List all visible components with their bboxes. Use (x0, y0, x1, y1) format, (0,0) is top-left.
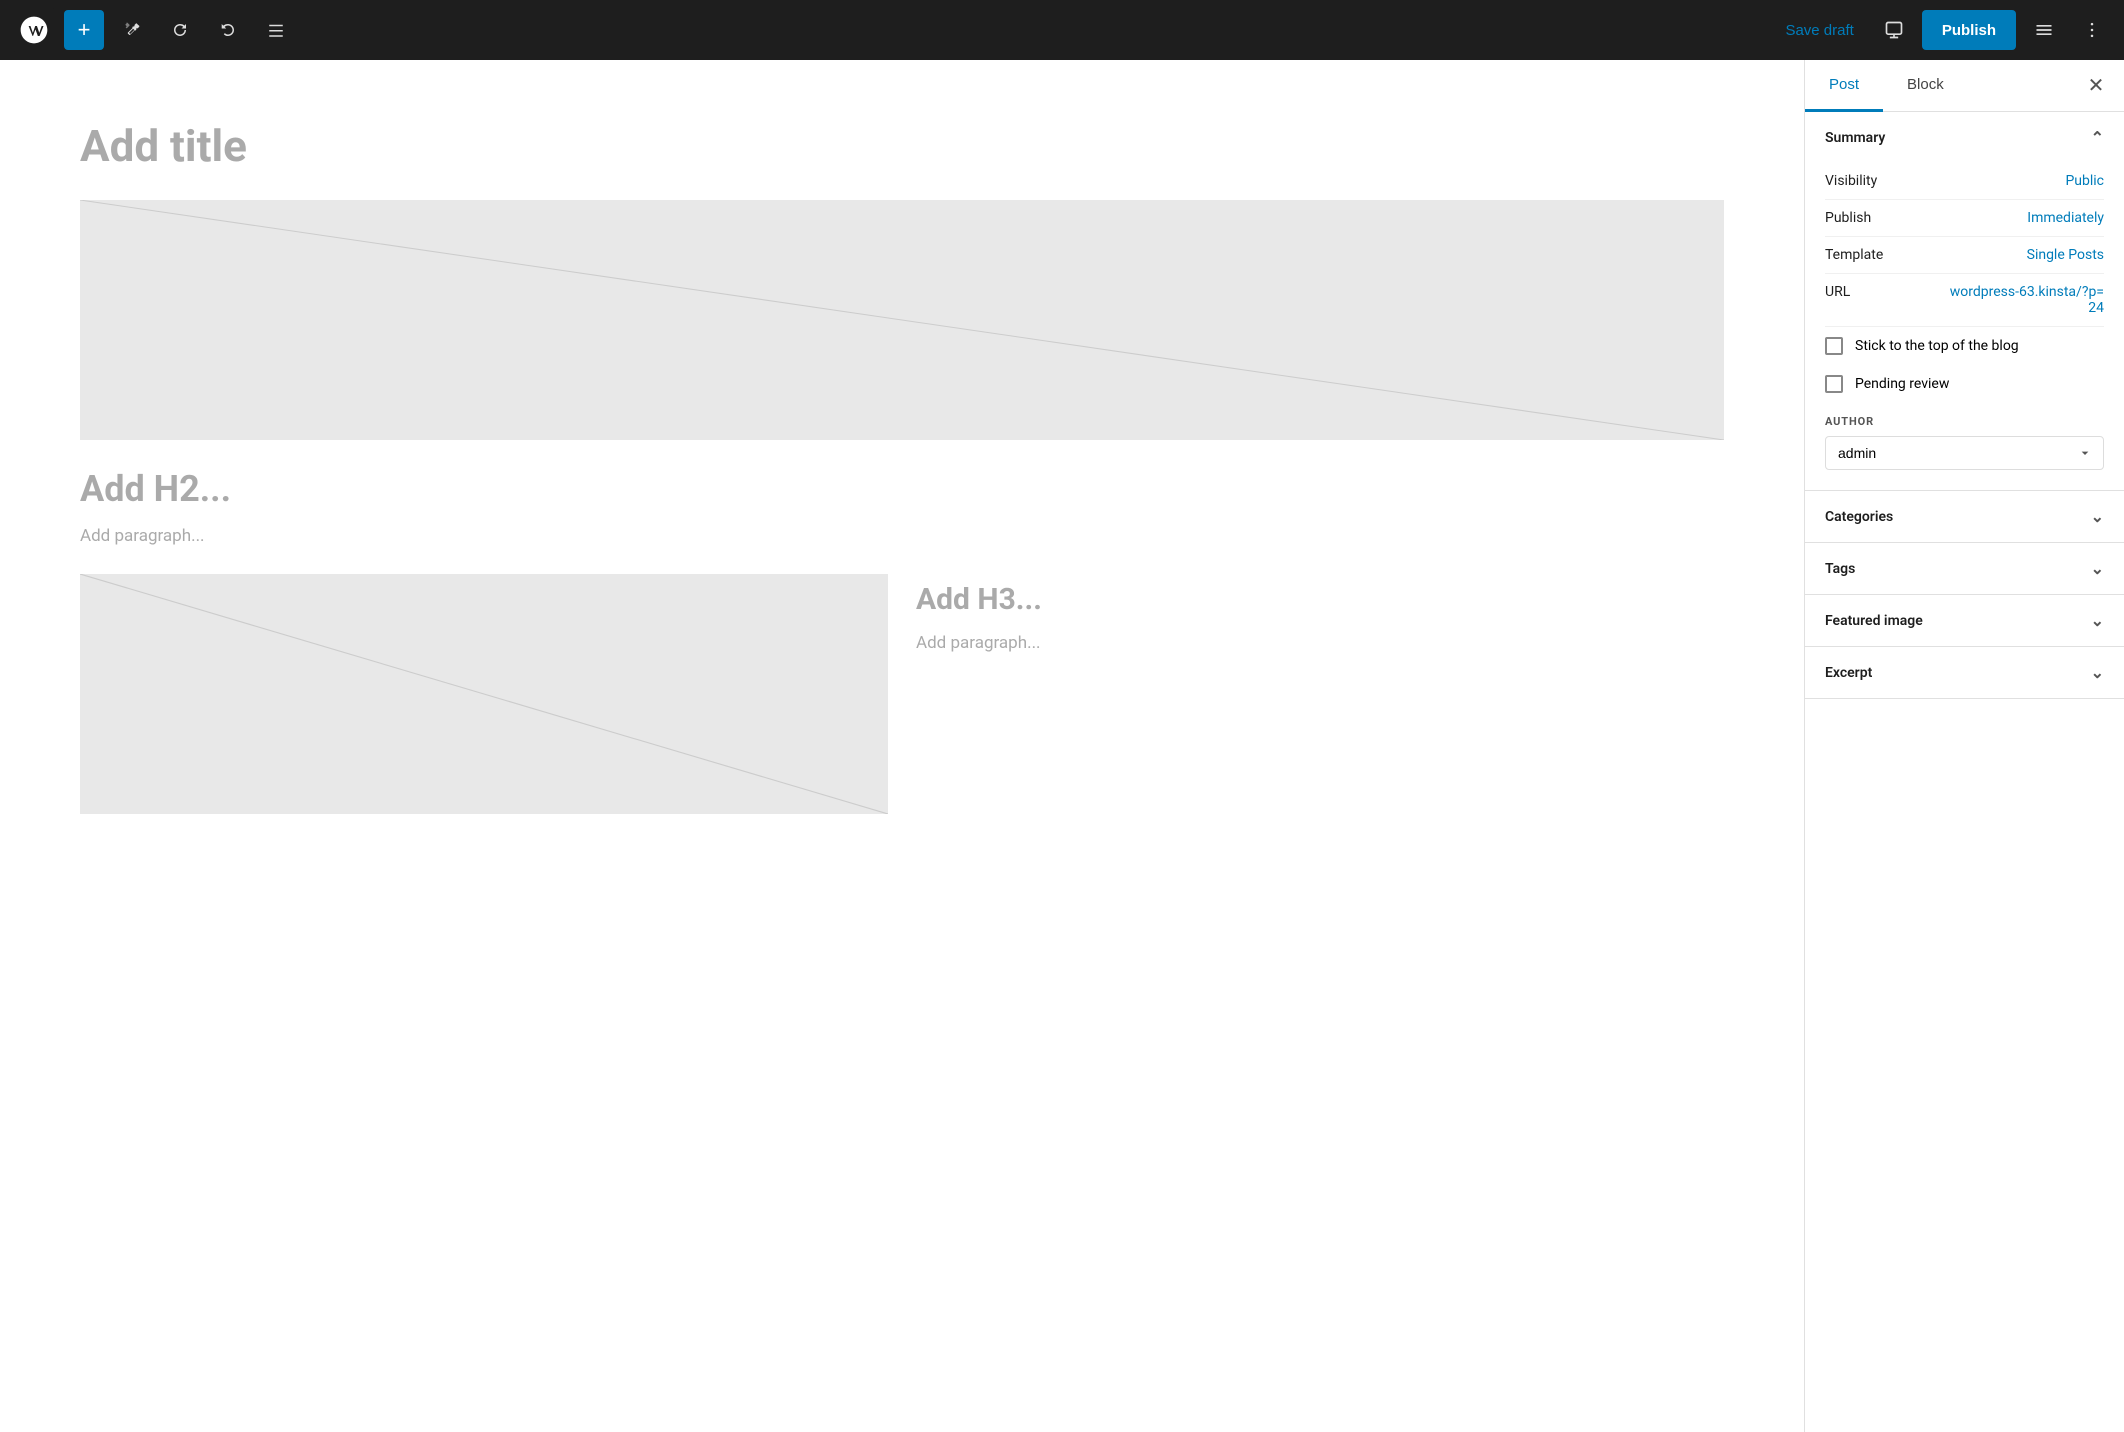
author-select[interactable]: admin (1825, 436, 2104, 470)
pending-review-checkbox[interactable] (1825, 375, 1843, 393)
visibility-row: Visibility Public (1825, 163, 2104, 200)
more-options-button[interactable] (2072, 10, 2112, 50)
main-layout: Add title Add H2... Add paragraph... Add… (0, 60, 2124, 1432)
wp-logo[interactable] (12, 8, 56, 52)
image-placeholder-1[interactable] (80, 200, 1724, 440)
tags-section: Tags ⌄ (1805, 543, 2124, 595)
featured-image-label: Featured image (1825, 613, 1923, 629)
pending-review-label: Pending review (1855, 376, 1949, 392)
summary-section: Summary ⌃ Visibility Public Publish Imme… (1805, 112, 2124, 491)
publish-label: Publish (1825, 210, 1871, 226)
title-input[interactable]: Add title (80, 120, 1724, 172)
visibility-value[interactable]: Public (2065, 173, 2104, 189)
excerpt-label: Excerpt (1825, 665, 1872, 681)
template-row: Template Single Posts (1825, 237, 2104, 274)
publish-button[interactable]: Publish (1922, 10, 2016, 50)
tags-chevron-down-icon: ⌄ (2091, 559, 2104, 578)
tags-section-header[interactable]: Tags ⌄ (1805, 543, 2124, 594)
save-draft-button[interactable]: Save draft (1773, 14, 1865, 47)
preview-button[interactable] (1874, 10, 1914, 50)
categories-section-header[interactable]: Categories ⌄ (1805, 491, 2124, 542)
text-column: Add H3... Add paragraph... (916, 574, 1724, 814)
summary-chevron-up-icon: ⌃ (2091, 128, 2104, 147)
tab-post[interactable]: Post (1805, 60, 1883, 112)
publish-row: Publish Immediately (1825, 200, 2104, 237)
sidebar-tabs: Post Block ✕ (1805, 60, 2124, 112)
redo-button[interactable] (208, 10, 248, 50)
stick-top-label: Stick to the top of the blog (1855, 338, 2019, 354)
excerpt-section-header[interactable]: Excerpt ⌄ (1805, 647, 2124, 698)
tools-button[interactable] (112, 10, 152, 50)
excerpt-section: Excerpt ⌄ (1805, 647, 2124, 699)
two-col-block: Add H3... Add paragraph... (80, 574, 1724, 814)
categories-section: Categories ⌄ (1805, 491, 2124, 543)
settings-button[interactable] (2024, 10, 2064, 50)
h3-placeholder[interactable]: Add H3... (916, 582, 1724, 617)
stick-top-row[interactable]: Stick to the top of the blog (1825, 327, 2104, 365)
url-value[interactable]: wordpress-63.kinsta/?p=24 (1944, 284, 2104, 316)
categories-chevron-down-icon: ⌄ (2091, 507, 2104, 526)
featured-image-chevron-down-icon: ⌄ (2091, 611, 2104, 630)
visibility-label: Visibility (1825, 173, 1877, 189)
stick-top-checkbox[interactable] (1825, 337, 1843, 355)
featured-image-section: Featured image ⌄ (1805, 595, 2124, 647)
excerpt-chevron-down-icon: ⌄ (2091, 663, 2104, 682)
list-view-button[interactable] (256, 10, 296, 50)
url-label: URL (1825, 284, 1850, 300)
pending-review-row[interactable]: Pending review (1825, 365, 2104, 403)
summary-section-header[interactable]: Summary ⌃ (1805, 112, 2124, 163)
undo-button[interactable] (160, 10, 200, 50)
featured-image-section-header[interactable]: Featured image ⌄ (1805, 595, 2124, 646)
url-row: URL wordpress-63.kinsta/?p=24 (1825, 274, 2104, 327)
image-placeholder-2[interactable] (80, 574, 888, 814)
topbar: + Save draft Publish (0, 0, 2124, 60)
editor-area: Add title Add H2... Add paragraph... Add… (0, 60, 1804, 1432)
paragraph-placeholder-1[interactable]: Add paragraph... (80, 526, 1724, 546)
h2-placeholder[interactable]: Add H2... (80, 468, 1724, 510)
publish-value[interactable]: Immediately (2027, 210, 2104, 226)
paragraph-placeholder-2[interactable]: Add paragraph... (916, 633, 1724, 653)
sidebar: Post Block ✕ Summary ⌃ Visibility Public… (1804, 60, 2124, 1432)
categories-label: Categories (1825, 509, 1893, 525)
template-value[interactable]: Single Posts (2027, 247, 2104, 263)
author-section-label: AUTHOR (1825, 415, 2104, 428)
tab-block[interactable]: Block (1883, 60, 1968, 112)
summary-label: Summary (1825, 130, 1885, 146)
tags-label: Tags (1825, 561, 1855, 577)
summary-content: Visibility Public Publish Immediately Te… (1805, 163, 2124, 490)
add-block-button[interactable]: + (64, 10, 104, 50)
template-label: Template (1825, 247, 1883, 263)
sidebar-close-button[interactable]: ✕ (2076, 66, 2116, 106)
